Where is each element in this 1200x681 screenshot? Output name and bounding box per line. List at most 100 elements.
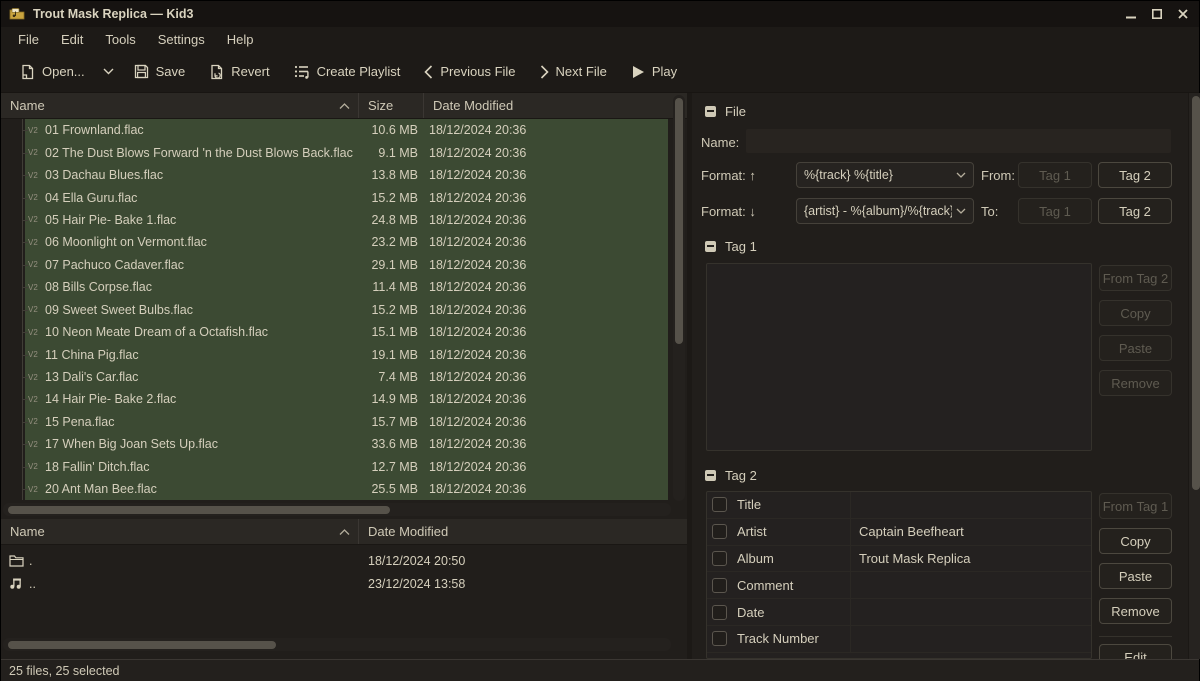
tag-v2-badge: V2	[25, 260, 45, 269]
table-row[interactable]: V2 09 Sweet Sweet Bulbs.flac 15.2 MB 18/…	[1, 299, 687, 321]
field-checkbox[interactable]	[712, 497, 727, 512]
format-to-filename-combobox[interactable]: {artist} - %{album}/%{track} %{title}	[796, 198, 974, 224]
tag2-field-row[interactable]: Date	[707, 599, 1091, 626]
field-checkbox[interactable]	[712, 631, 727, 646]
collapse-icon[interactable]	[705, 470, 716, 481]
table-row[interactable]: V2 06 Moonlight on Vermont.flac 23.2 MB …	[1, 231, 687, 253]
format-from-filename-combobox[interactable]: %{track} %{title}	[796, 162, 974, 188]
to-tag1-button[interactable]: Tag 1	[1018, 198, 1092, 224]
table-row[interactable]: V2 01 Frownland.flac 10.6 MB 18/12/2024 …	[1, 119, 687, 141]
chevron-down-icon	[956, 208, 966, 214]
maximize-button[interactable]	[1147, 6, 1167, 22]
tag2-field-row[interactable]: Track Number	[707, 626, 1091, 653]
file-section-header[interactable]: File	[705, 102, 746, 120]
file-list-horizontal-scrollbar[interactable]	[3, 503, 671, 516]
collapse-icon[interactable]	[705, 106, 716, 117]
file-name-cell: 08 Bills Corpse.flac	[45, 280, 359, 294]
open-dropdown-button[interactable]	[98, 62, 119, 81]
save-button[interactable]: Save	[125, 58, 195, 85]
dir-list-horizontal-scrollbar[interactable]	[3, 638, 671, 651]
tag-editor-panel: File Name: Format: ↑ %{track} %{title} F…	[687, 93, 1200, 659]
field-value[interactable]: Captain Beefheart	[851, 524, 964, 539]
from-tag2-button[interactable]: Tag 2	[1098, 162, 1172, 188]
tag2-section-header[interactable]: Tag 2	[705, 466, 757, 484]
filename-input[interactable]	[746, 129, 1171, 153]
tag-v2-badge: V2	[25, 238, 45, 247]
table-row[interactable]: V2 05 Hair Pie- Bake 1.flac 24.8 MB 18/1…	[1, 209, 687, 231]
tag2-field-row[interactable]: Album Trout Mask Replica	[707, 546, 1091, 573]
menu-settings[interactable]: Settings	[147, 29, 216, 50]
to-tag2-button[interactable]: Tag 2	[1098, 198, 1172, 224]
previous-file-button[interactable]: Previous File	[415, 58, 524, 85]
dir-list-header-date[interactable]: Date Modified	[359, 519, 687, 544]
tag-panel-vertical-scrollbar[interactable]	[1188, 93, 1200, 659]
play-button[interactable]: Play	[622, 58, 686, 85]
table-row[interactable]: V2 02 The Dust Blows Forward 'n the Dust…	[1, 141, 687, 163]
scrollbar-thumb[interactable]	[8, 641, 276, 649]
table-row[interactable]: V2 15 Pena.flac 15.7 MB 18/12/2024 20:36	[1, 411, 687, 433]
tag2-remove-button[interactable]: Remove	[1099, 598, 1172, 624]
menu-help[interactable]: Help	[216, 29, 265, 50]
tag2-edit-button[interactable]: Edit	[1099, 644, 1172, 659]
folder-icon	[9, 554, 29, 567]
open-button[interactable]: Open...	[11, 58, 94, 86]
tree-branch-line	[1, 276, 25, 298]
menu-file[interactable]: File	[7, 29, 50, 50]
field-checkbox[interactable]	[712, 578, 727, 593]
field-label: Title	[737, 497, 850, 512]
file-list-header-date[interactable]: Date Modified	[424, 93, 687, 118]
revert-button[interactable]: Revert	[200, 58, 278, 86]
play-button-label: Play	[652, 64, 677, 79]
column-divider	[850, 626, 851, 652]
tag2-field-row[interactable]: Comment	[707, 572, 1091, 599]
scrollbar-thumb[interactable]	[8, 506, 390, 514]
scrollbar-thumb[interactable]	[1192, 96, 1200, 490]
file-list-vertical-scrollbar[interactable]	[673, 95, 685, 501]
table-row[interactable]: V2 14 Hair Pie- Bake 2.flac 14.9 MB 18/1…	[1, 388, 687, 410]
music-note-icon	[9, 577, 29, 591]
field-checkbox[interactable]	[712, 524, 727, 539]
from-tag1-button[interactable]: Tag 1	[1018, 162, 1092, 188]
tag1-remove-button[interactable]: Remove	[1099, 370, 1172, 396]
column-divider	[850, 599, 851, 625]
tag2-copy-button[interactable]: Copy	[1099, 528, 1172, 554]
collapse-icon[interactable]	[705, 241, 716, 252]
create-playlist-button[interactable]: Create Playlist	[285, 58, 410, 85]
field-value[interactable]: Trout Mask Replica	[851, 551, 971, 566]
field-checkbox[interactable]	[712, 551, 727, 566]
table-row[interactable]: V2 04 Ella Guru.flac 15.2 MB 18/12/2024 …	[1, 186, 687, 208]
tag2-from-tag1-button[interactable]: From Tag 1	[1099, 493, 1172, 519]
table-row[interactable]: V2 07 Pachuco Cadaver.flac 29.1 MB 18/12…	[1, 254, 687, 276]
list-item[interactable]: .. 23/12/2024 13:58	[1, 572, 687, 595]
next-file-button[interactable]: Next File	[531, 58, 616, 85]
close-button[interactable]	[1173, 6, 1193, 22]
file-date-cell: 18/12/2024 20:36	[424, 280, 526, 294]
menu-edit[interactable]: Edit	[50, 29, 94, 50]
table-row[interactable]: V2 17 When Big Joan Sets Up.flac 33.6 MB…	[1, 433, 687, 455]
table-row[interactable]: V2 18 Fallin' Ditch.flac 12.7 MB 18/12/2…	[1, 456, 687, 478]
column-label-name: Name	[10, 98, 45, 113]
minimize-button[interactable]	[1121, 6, 1141, 22]
scrollbar-thumb[interactable]	[675, 98, 683, 344]
tag2-paste-button[interactable]: Paste	[1099, 563, 1172, 589]
tag1-copy-button[interactable]: Copy	[1099, 300, 1172, 326]
table-row[interactable]: V2 11 China Pig.flac 19.1 MB 18/12/2024 …	[1, 343, 687, 365]
button-label: Remove	[1111, 604, 1159, 619]
file-list-header-size[interactable]: Size	[359, 93, 424, 118]
file-list-header-name[interactable]: Name	[1, 93, 359, 118]
table-row[interactable]: V2 20 Ant Man Bee.flac 25.5 MB 18/12/202…	[1, 478, 687, 500]
table-row[interactable]: V2 03 Dachau Blues.flac 13.8 MB 18/12/20…	[1, 164, 687, 186]
tag2-field-row[interactable]: Title	[707, 492, 1091, 519]
button-label: Edit	[1124, 650, 1146, 660]
table-row[interactable]: V2 10 Neon Meate Dream of a Octafish.fla…	[1, 321, 687, 343]
list-item[interactable]: . 18/12/2024 20:50	[1, 549, 687, 572]
tag1-from-tag2-button[interactable]: From Tag 2	[1099, 265, 1172, 291]
tag2-field-row[interactable]: Artist Captain Beefheart	[707, 519, 1091, 546]
table-row[interactable]: V2 08 Bills Corpse.flac 11.4 MB 18/12/20…	[1, 276, 687, 298]
tag1-paste-button[interactable]: Paste	[1099, 335, 1172, 361]
field-checkbox[interactable]	[712, 605, 727, 620]
table-row[interactable]: V2 13 Dali's Car.flac 7.4 MB 18/12/2024 …	[1, 366, 687, 388]
tag1-section-header[interactable]: Tag 1	[705, 237, 757, 255]
dir-list-header-name[interactable]: Name	[1, 519, 359, 544]
menu-tools[interactable]: Tools	[94, 29, 146, 50]
